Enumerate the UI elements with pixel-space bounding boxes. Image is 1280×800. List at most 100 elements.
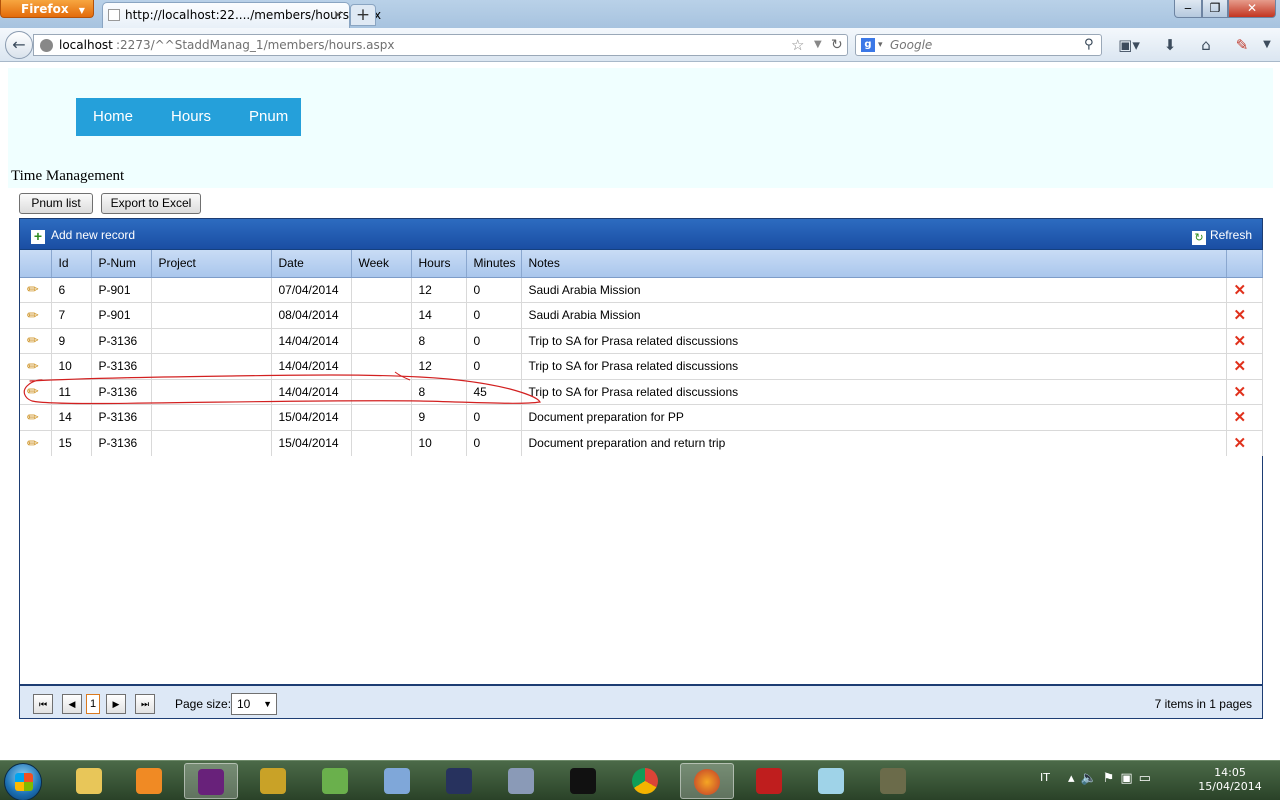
home-icon[interactable]: ⌂	[1194, 34, 1218, 56]
next-page-button[interactable]: ▶	[106, 694, 126, 714]
search-engine-dropdown-icon[interactable]: ▾	[878, 35, 883, 55]
cell-project	[151, 379, 272, 405]
system-tray-icons[interactable]: ▴🔈⚑▣▭	[1068, 771, 1157, 786]
add-new-record-button[interactable]: + Add new record	[31, 226, 135, 244]
firefox-menu-button[interactable]: Firefox ▼	[0, 0, 94, 18]
column-header-project[interactable]: Project	[151, 250, 272, 278]
delete-x-icon[interactable]: ✕	[1234, 358, 1247, 375]
google-icon[interactable]: g	[861, 38, 875, 52]
edit-cell[interactable]: ✏	[20, 404, 52, 431]
search-bar[interactable]: g ▾ ⚲	[855, 34, 1102, 56]
reload-icon[interactable]: ↻	[831, 35, 843, 55]
explorer-taskbar-icon[interactable]	[62, 763, 116, 799]
toolbar-overflow-icon[interactable]: ▼	[1260, 34, 1274, 56]
firefox-taskbar-icon[interactable]	[680, 763, 734, 799]
windows-start-button[interactable]	[4, 763, 42, 800]
table-header-row: Id P-Num Project Date Week Hours Minutes…	[20, 250, 1263, 278]
column-header-hours[interactable]: Hours	[411, 250, 467, 278]
nav-item-home[interactable]: Home	[76, 98, 133, 136]
delete-x-icon[interactable]: ✕	[1234, 409, 1247, 426]
visual-studio-taskbar-icon[interactable]	[184, 763, 238, 799]
wand-taskbar-icon[interactable]	[866, 763, 920, 799]
minimize-window-button[interactable]: ‒	[1174, 0, 1202, 18]
maximize-window-button[interactable]: ❐	[1202, 0, 1228, 18]
delete-cell[interactable]: ✕	[1226, 379, 1263, 405]
tools-taskbar-icon[interactable]	[246, 763, 300, 799]
back-button[interactable]: ←	[5, 31, 33, 59]
pencil-icon[interactable]: ✏	[27, 281, 39, 297]
filezilla-taskbar-icon[interactable]	[742, 763, 796, 799]
column-header-date[interactable]: Date	[271, 250, 352, 278]
refresh-button[interactable]: ↻ Refresh	[1191, 226, 1252, 245]
edit-cell[interactable]: ✏	[20, 277, 52, 303]
edit-cell[interactable]: ✏	[20, 353, 52, 380]
delete-cell[interactable]: ✕	[1226, 328, 1263, 354]
page-size-value: 10	[237, 697, 251, 711]
table-row[interactable]: ✏ 6 P-901 07/04/2014 12 0 Saudi Arabia M…	[20, 277, 1263, 303]
column-header-id[interactable]: Id	[51, 250, 92, 278]
table-row[interactable]: ✏ 14 P-3136 15/04/2014 9 0 Document prep…	[20, 404, 1263, 431]
media-player-taskbar-icon[interactable]	[122, 763, 176, 799]
column-header-notes[interactable]: Notes	[521, 250, 1227, 278]
column-header-pnum[interactable]: P-Num	[91, 250, 152, 278]
bookmarks-menu-icon[interactable]: ▣▾	[1112, 34, 1146, 56]
nav-item-hours[interactable]: Hours	[133, 98, 211, 136]
edit-cell[interactable]: ✏	[20, 328, 52, 354]
delete-x-icon[interactable]: ✕	[1234, 307, 1247, 324]
edit-cell[interactable]: ✏	[20, 302, 52, 329]
pencil-icon[interactable]: ✏	[27, 332, 39, 348]
new-tab-button[interactable]: +	[350, 4, 376, 26]
search-input[interactable]	[890, 35, 1080, 55]
page-size-select[interactable]: 10 ▼	[231, 693, 277, 715]
browser-tab[interactable]: http://localhost:22..../members/hours.as…	[102, 2, 381, 28]
system-clock[interactable]: 14:05 15/04/2014	[1190, 766, 1270, 794]
delete-cell[interactable]: ✕	[1226, 404, 1263, 431]
delete-cell[interactable]: ✕	[1226, 353, 1263, 380]
command-prompt-taskbar-icon[interactable]	[556, 763, 610, 799]
app-taskbar-icon[interactable]	[432, 763, 486, 799]
table-row[interactable]: ✏ 7 P-901 08/04/2014 14 0 Saudi Arabia M…	[20, 302, 1263, 329]
keyboard-language-indicator[interactable]: IT	[1040, 771, 1050, 784]
pencil-icon[interactable]: ✏	[27, 409, 39, 425]
export-to-excel-button[interactable]: Export to Excel	[101, 193, 201, 214]
delete-x-icon[interactable]: ✕	[1234, 333, 1247, 350]
pencil-icon[interactable]: ✏	[27, 307, 39, 323]
edit-cell[interactable]: ✏	[20, 430, 52, 456]
pencil-icon[interactable]: ✏	[27, 358, 39, 374]
download-arrow-icon[interactable]: ⬇	[1158, 34, 1182, 56]
table-row[interactable]: ✏ 11 P-3136 14/04/2014 8 45 Trip to SA f…	[20, 379, 1263, 405]
table-row[interactable]: ✏ 9 P-3136 14/04/2014 8 0 Trip to SA for…	[20, 328, 1263, 354]
close-window-button[interactable]: ✕	[1228, 0, 1276, 18]
help-taskbar-icon[interactable]	[308, 763, 362, 799]
delete-cell[interactable]: ✕	[1226, 430, 1263, 456]
delete-cell[interactable]: ✕	[1226, 302, 1263, 329]
column-header-week[interactable]: Week	[351, 250, 412, 278]
delete-x-icon[interactable]: ✕	[1234, 282, 1247, 299]
url-bar[interactable]: localhost :2273/^^StaddManag_1/members/h…	[33, 34, 848, 56]
diagram-taskbar-icon[interactable]	[494, 763, 548, 799]
first-page-button[interactable]: ⏮	[33, 694, 53, 714]
close-tab-icon[interactable]: ✕	[333, 3, 343, 27]
previous-page-button[interactable]: ◀	[62, 694, 82, 714]
pencil-icon[interactable]: ✏	[27, 383, 39, 399]
nav-item-pnum[interactable]: Pnum	[211, 98, 288, 136]
delete-x-icon[interactable]: ✕	[1234, 435, 1247, 452]
history-dropdown-icon[interactable]: ▼	[814, 35, 822, 55]
search-magnifier-icon[interactable]: ⚲	[1084, 35, 1094, 55]
current-page-number[interactable]: 1	[86, 694, 100, 714]
table-row[interactable]: ✏ 15 P-3136 15/04/2014 10 0 Document pre…	[20, 430, 1263, 456]
cell-pnum: P-901	[91, 277, 152, 303]
column-header-minutes[interactable]: Minutes	[466, 250, 522, 278]
edit-cell[interactable]: ✏	[20, 379, 52, 405]
addon-icon[interactable]: ✎	[1230, 34, 1254, 56]
notepad-taskbar-icon[interactable]	[804, 763, 858, 799]
delete-cell[interactable]: ✕	[1226, 277, 1263, 303]
chrome-taskbar-icon[interactable]	[618, 763, 672, 799]
bookmark-star-icon[interactable]: ☆	[791, 35, 804, 55]
last-page-button[interactable]: ⏭	[135, 694, 155, 714]
delete-x-icon[interactable]: ✕	[1234, 384, 1247, 401]
pnum-list-button[interactable]: Pnum list	[19, 193, 93, 214]
table-row[interactable]: ✏ 10 P-3136 14/04/2014 12 0 Trip to SA f…	[20, 353, 1263, 380]
pencil-icon[interactable]: ✏	[27, 435, 39, 451]
virtualbox-taskbar-icon[interactable]	[370, 763, 424, 799]
